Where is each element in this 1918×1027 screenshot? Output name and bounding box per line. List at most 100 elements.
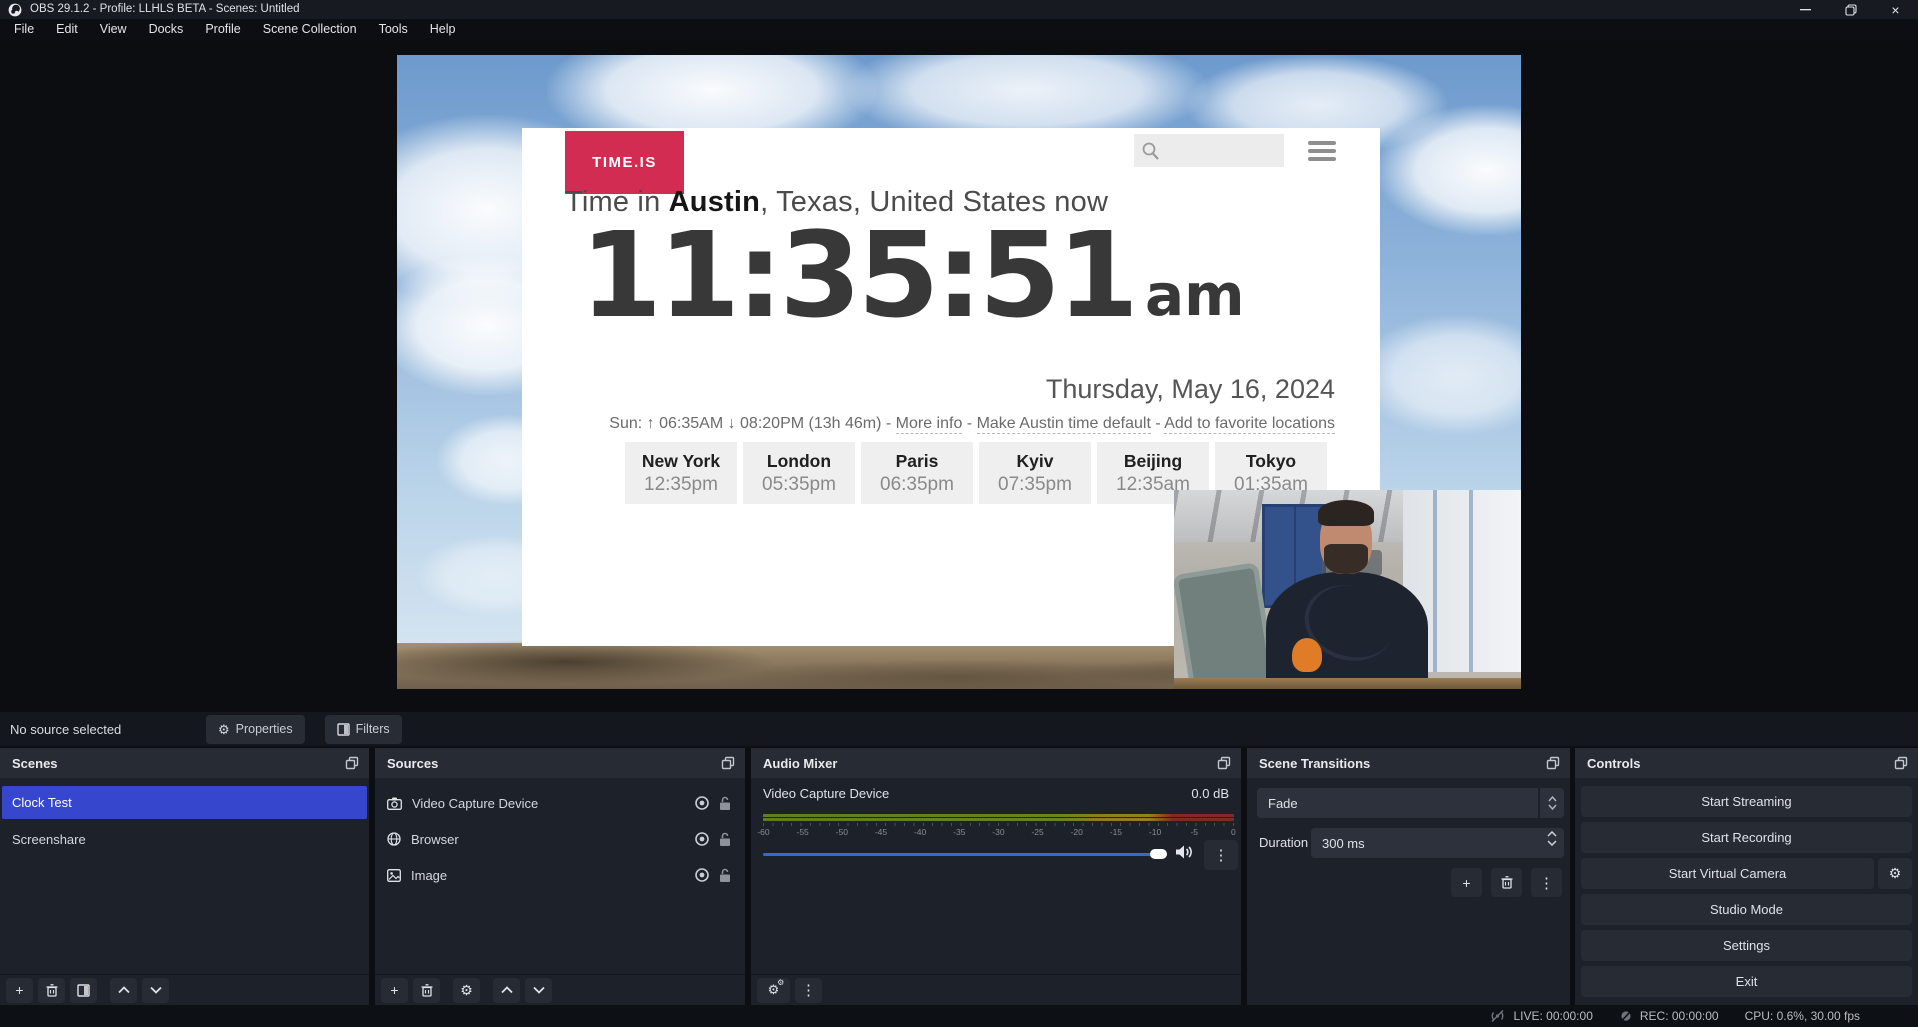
- chevron-up-icon: [1547, 831, 1557, 837]
- popout-icon[interactable]: [1217, 756, 1231, 770]
- preview-area: TIME.IS Time in Austin, Texas, United St…: [0, 40, 1918, 712]
- move-scene-up-button[interactable]: [110, 978, 137, 1003]
- lock-icon[interactable]: [719, 832, 731, 847]
- source-properties-button[interactable]: ⚙: [453, 978, 480, 1003]
- chevron-up-icon: [1548, 796, 1557, 802]
- scenes-header: Scenes: [0, 748, 369, 778]
- advanced-audio-button[interactable]: ⚙⚙: [757, 978, 790, 1003]
- popout-icon[interactable]: [1546, 756, 1560, 770]
- gear-icon: ⚙: [460, 983, 473, 997]
- camera-icon: [387, 797, 402, 810]
- stats-text: CPU: 0.6%, 30.00 fps: [1745, 1009, 1860, 1023]
- controls-title: Controls: [1587, 756, 1640, 771]
- filter-icon: [77, 984, 90, 997]
- duration-spinner[interactable]: 300 ms: [1311, 828, 1564, 858]
- mixer-menu-button[interactable]: ⋮: [795, 978, 822, 1003]
- menu-scene-collection[interactable]: Scene Collection: [252, 19, 368, 40]
- move-scene-down-button[interactable]: [142, 978, 169, 1003]
- slider-handle[interactable]: [1150, 849, 1167, 859]
- meter-bar-right: [763, 818, 1234, 821]
- city-card-kyiv[interactable]: Kyiv 07:35pm: [979, 442, 1091, 504]
- search-icon: [1134, 141, 1168, 161]
- spinner-arrows[interactable]: [1547, 831, 1557, 846]
- volume-slider[interactable]: [763, 849, 1167, 859]
- remove-transition-button[interactable]: [1491, 868, 1522, 897]
- start-recording-button[interactable]: Start Recording: [1581, 822, 1912, 853]
- eye-visible-icon[interactable]: [694, 795, 710, 811]
- menu-tools[interactable]: Tools: [368, 19, 419, 40]
- filter-icon: [337, 723, 350, 736]
- menu-profile[interactable]: Profile: [194, 19, 251, 40]
- add-favorite-link[interactable]: Add to favorite locations: [1164, 415, 1335, 434]
- minimize-button[interactable]: [1783, 0, 1828, 19]
- lock-icon[interactable]: [719, 868, 731, 883]
- scenes-title: Scenes: [12, 756, 58, 771]
- speaker-icon[interactable]: [1175, 844, 1194, 860]
- popout-icon[interactable]: [1894, 756, 1908, 770]
- exit-button[interactable]: Exit: [1581, 966, 1912, 997]
- add-source-button[interactable]: +: [381, 978, 408, 1003]
- close-button[interactable]: ×: [1873, 0, 1918, 19]
- audio-mixer-header: Audio Mixer: [751, 748, 1241, 778]
- move-source-up-button[interactable]: [493, 978, 520, 1003]
- city-card-london[interactable]: London 05:35pm: [743, 442, 855, 504]
- start-virtual-camera-button[interactable]: Start Virtual Camera: [1581, 858, 1874, 889]
- move-source-down-button[interactable]: [525, 978, 552, 1003]
- make-default-link[interactable]: Make Austin time default: [977, 415, 1151, 434]
- cloud: [1357, 315, 1521, 435]
- hamburger-menu-icon[interactable]: [1308, 141, 1336, 161]
- add-scene-button[interactable]: +: [6, 978, 33, 1003]
- shirt-logo: [1292, 638, 1322, 672]
- mixer-channel-menu-button[interactable]: ⋮: [1204, 840, 1238, 870]
- restore-button[interactable]: [1828, 0, 1873, 19]
- lock-icon[interactable]: [719, 796, 731, 811]
- scenes-panel: Scenes Clock Test Screenshare +: [0, 748, 369, 1005]
- start-streaming-button[interactable]: Start Streaming: [1581, 786, 1912, 817]
- transition-select[interactable]: Fade: [1257, 788, 1564, 818]
- transition-properties-button[interactable]: ⋮: [1531, 868, 1562, 897]
- eye-visible-icon[interactable]: [694, 831, 710, 847]
- cloud: [1377, 105, 1521, 235]
- minimize-icon: [1800, 4, 1811, 15]
- studio-mode-button[interactable]: Studio Mode: [1581, 894, 1912, 925]
- docks-area: Scenes Clock Test Screenshare +: [0, 748, 1918, 1005]
- eye-visible-icon[interactable]: [694, 867, 710, 883]
- stream-inactive-icon: [1489, 1009, 1506, 1023]
- chevron-down-icon: [533, 986, 545, 994]
- current-date: Thursday, May 16, 2024: [1046, 374, 1335, 405]
- properties-button[interactable]: ⚙ Properties: [206, 715, 305, 744]
- source-row-browser[interactable]: Browser: [375, 824, 745, 854]
- menu-docks[interactable]: Docks: [138, 19, 195, 40]
- remove-source-button[interactable]: [413, 978, 440, 1003]
- source-row-video-capture[interactable]: Video Capture Device: [375, 788, 745, 818]
- menu-help[interactable]: Help: [419, 19, 467, 40]
- trash-icon: [421, 984, 433, 997]
- city-card-newyork[interactable]: New York 12:35pm: [625, 442, 737, 504]
- search-input[interactable]: [1134, 134, 1284, 167]
- virtual-camera-settings-button[interactable]: ⚙: [1878, 858, 1912, 889]
- settings-button[interactable]: Settings: [1581, 930, 1912, 961]
- no-source-label: No source selected: [10, 722, 206, 737]
- scene-transitions-panel: Scene Transitions Fade Duration: [1247, 748, 1570, 1005]
- add-transition-button[interactable]: +: [1451, 868, 1482, 897]
- popout-icon[interactable]: [345, 756, 359, 770]
- more-info-link[interactable]: More info: [896, 415, 963, 434]
- menu-view[interactable]: View: [89, 19, 138, 40]
- filters-button[interactable]: Filters: [325, 715, 402, 744]
- menu-edit[interactable]: Edit: [45, 19, 89, 40]
- remove-scene-button[interactable]: [38, 978, 65, 1003]
- obs-logo-icon: [8, 3, 22, 17]
- scenes-footer-toolbar: +: [0, 974, 369, 1005]
- digital-clock: 11:35:51: [580, 214, 1135, 338]
- source-row-image[interactable]: Image: [375, 860, 745, 890]
- scene-item-screenshare[interactable]: Screenshare: [2, 823, 367, 856]
- rec-time: REC: 00:00:00: [1640, 1009, 1719, 1023]
- scene-item-clock-test[interactable]: Clock Test: [2, 786, 367, 819]
- gear-icon: ⚙: [1889, 865, 1902, 882]
- menu-file[interactable]: File: [3, 19, 45, 40]
- scene-filters-button[interactable]: [70, 978, 97, 1003]
- timeis-logo[interactable]: TIME.IS: [565, 131, 684, 194]
- scene-canvas[interactable]: TIME.IS Time in Austin, Texas, United St…: [397, 55, 1521, 689]
- city-card-paris[interactable]: Paris 06:35pm: [861, 442, 973, 504]
- popout-icon[interactable]: [721, 756, 735, 770]
